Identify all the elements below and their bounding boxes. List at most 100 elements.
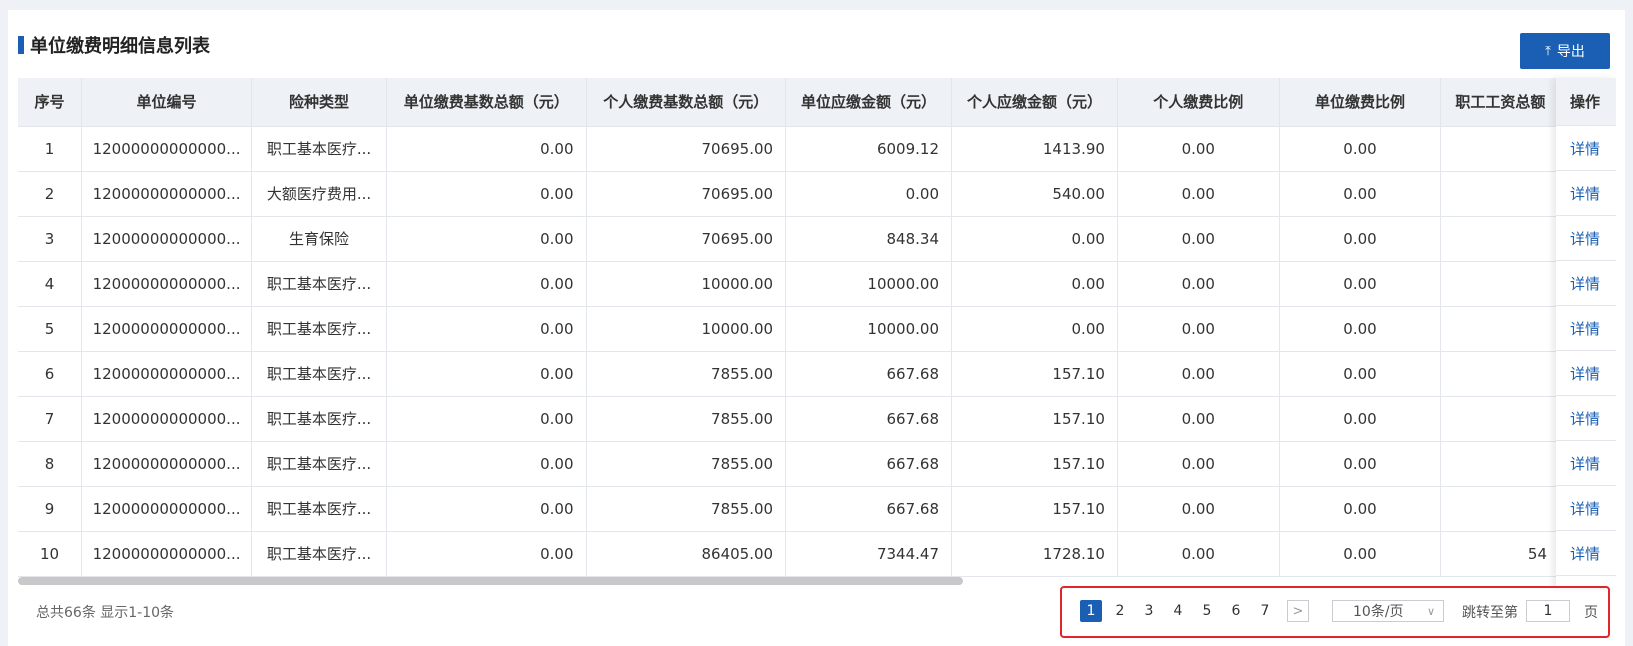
next-page-button[interactable]: > (1287, 600, 1309, 622)
cell-type: 职工基本医疗... (251, 351, 387, 397)
detail-link[interactable]: 详情 (1556, 351, 1616, 396)
cell-unit: 12000000000000... (81, 441, 252, 487)
column-header[interactable]: 险种类型 (251, 78, 387, 127)
cell-unit: 12000000000000... (81, 126, 252, 172)
column-header[interactable]: 单位编号 (81, 78, 252, 127)
column-header[interactable]: 单位应缴金额（元） (785, 78, 952, 127)
page-6-button[interactable]: 6 (1225, 600, 1247, 622)
cell-unit-due: 667.68 (785, 441, 952, 487)
data-table-scroll[interactable]: 序号 单位编号 险种类型 单位缴费基数总额（元） 个人缴费基数总额（元） 单位应… (18, 78, 1560, 588)
cell-unit-due: 6009.12 (785, 126, 952, 172)
cell-unit-ratio: 0.00 (1279, 441, 1442, 487)
detail-link[interactable]: 详情 (1556, 486, 1616, 531)
cell-person-ratio: 0.00 (1117, 531, 1280, 577)
detail-link[interactable]: 详情 (1556, 216, 1616, 261)
table-row: 4 12000000000000... 职工基本医疗... 0.00 10000.00 1… (18, 261, 1560, 307)
cell-person-ratio: 0.00 (1117, 351, 1280, 397)
cell-no: 7 (18, 396, 83, 442)
jump-page-input[interactable] (1526, 600, 1570, 622)
detail-link[interactable]: 详情 (1556, 306, 1616, 351)
column-header[interactable]: 序号 (18, 78, 83, 127)
cell-unit-base: 0.00 (386, 441, 587, 487)
cell-unit-base: 0.00 (386, 261, 587, 307)
table-row: 2 12000000000000... 大额医疗费用... 0.00 70695.00 0… (18, 171, 1560, 217)
page-4-button[interactable]: 4 (1167, 600, 1189, 622)
cell-person-ratio: 0.00 (1117, 126, 1280, 172)
cell-person-due: 540.00 (951, 171, 1118, 217)
cell-wage (1440, 261, 1560, 307)
jump-suffix-label: 页 (1584, 605, 1598, 621)
horizontal-scrollbar[interactable] (18, 577, 963, 585)
detail-link[interactable]: 详情 (1556, 531, 1616, 576)
page-title: 单位缴费明细信息列表 (18, 34, 210, 57)
cell-no: 8 (18, 441, 83, 487)
detail-link[interactable]: 详情 (1556, 396, 1616, 441)
column-header[interactable]: 职工工资总额 (1440, 78, 1560, 127)
export-button-label: 导出 (1556, 43, 1585, 59)
column-header[interactable]: 单位缴费基数总额（元） (386, 78, 587, 127)
cell-unit-base: 0.00 (386, 126, 587, 172)
chevron-down-icon: ∨ (1426, 604, 1435, 618)
column-header[interactable]: 个人缴费比例 (1117, 78, 1280, 127)
cell-no: 3 (18, 216, 83, 262)
cell-unit-due: 667.68 (785, 351, 952, 397)
cell-unit-ratio: 0.00 (1279, 261, 1442, 307)
cell-unit: 12000000000000... (81, 396, 252, 442)
record-summary: 总共66条 显示1-10条 (36, 605, 175, 621)
cell-unit: 12000000000000... (81, 171, 252, 217)
cell-unit: 12000000000000... (81, 261, 252, 307)
cell-person-base: 7855.00 (586, 351, 787, 397)
cell-unit-ratio: 0.00 (1279, 396, 1442, 442)
detail-link[interactable]: 详情 (1556, 261, 1616, 306)
table-row: 3 12000000000000... 生育保险 0.00 70695.00 848.34… (18, 216, 1560, 262)
cell-person-base: 70695.00 (586, 171, 787, 217)
table-row: 6 12000000000000... 职工基本医疗... 0.00 7855.00 66… (18, 351, 1560, 397)
page-2-button[interactable]: 2 (1109, 600, 1131, 622)
chevron-right-icon: > (1292, 603, 1304, 619)
cell-person-base: 7855.00 (586, 396, 787, 442)
export-button[interactable]: ⤒ 导出 (1520, 33, 1610, 69)
cell-unit-base: 0.00 (386, 486, 587, 532)
data-table: 序号 单位编号 险种类型 单位缴费基数总额（元） 个人缴费基数总额（元） 单位应… (18, 78, 1560, 577)
cell-person-due: 0.00 (951, 216, 1118, 262)
cell-unit-due: 667.68 (785, 396, 952, 442)
detail-link[interactable]: 详情 (1556, 171, 1616, 216)
cell-unit-base: 0.00 (386, 351, 587, 397)
cell-person-due: 157.10 (951, 441, 1118, 487)
cell-type: 职工基本医疗... (251, 126, 387, 172)
cell-type: 职工基本医疗... (251, 531, 387, 577)
page-3-button[interactable]: 3 (1138, 600, 1160, 622)
cell-type: 职工基本医疗... (251, 486, 387, 532)
cell-unit: 12000000000000... (81, 486, 252, 532)
table-row: 8 12000000000000... 职工基本医疗... 0.00 7855.00 66… (18, 441, 1560, 487)
cell-wage (1440, 351, 1560, 397)
cell-unit-ratio: 0.00 (1279, 216, 1442, 262)
cell-wage (1440, 126, 1560, 172)
cell-person-due: 157.10 (951, 396, 1118, 442)
page-size-select[interactable]: 10条/页 ∨ (1332, 600, 1444, 622)
operation-header: 操作 (1556, 78, 1616, 126)
column-header[interactable]: 个人应缴金额（元） (951, 78, 1118, 127)
cell-person-ratio: 0.00 (1117, 171, 1280, 217)
cell-no: 5 (18, 306, 83, 352)
cell-unit-base: 0.00 (386, 396, 587, 442)
column-header[interactable]: 个人缴费基数总额（元） (586, 78, 787, 127)
cell-wage (1440, 171, 1560, 217)
cell-unit-ratio: 0.00 (1279, 531, 1442, 577)
cell-type: 职工基本医疗... (251, 306, 387, 352)
cell-unit-ratio: 0.00 (1279, 171, 1442, 217)
column-header[interactable]: 单位缴费比例 (1279, 78, 1442, 127)
table-row: 9 12000000000000... 职工基本医疗... 0.00 7855.00 66… (18, 486, 1560, 532)
detail-link[interactable]: 详情 (1556, 441, 1616, 486)
cell-person-due: 0.00 (951, 306, 1118, 352)
cell-person-due: 0.00 (951, 261, 1118, 307)
cell-type: 生育保险 (251, 216, 387, 262)
cell-wage (1440, 216, 1560, 262)
page-7-button[interactable]: 7 (1254, 600, 1276, 622)
cell-person-due: 1728.10 (951, 531, 1118, 577)
page-size-value: 10条/页 (1353, 604, 1404, 620)
upload-icon: ⤒ (1545, 43, 1551, 58)
detail-link[interactable]: 详情 (1556, 126, 1616, 171)
page-1-button[interactable]: 1 (1080, 600, 1102, 622)
page-5-button[interactable]: 5 (1196, 600, 1218, 622)
